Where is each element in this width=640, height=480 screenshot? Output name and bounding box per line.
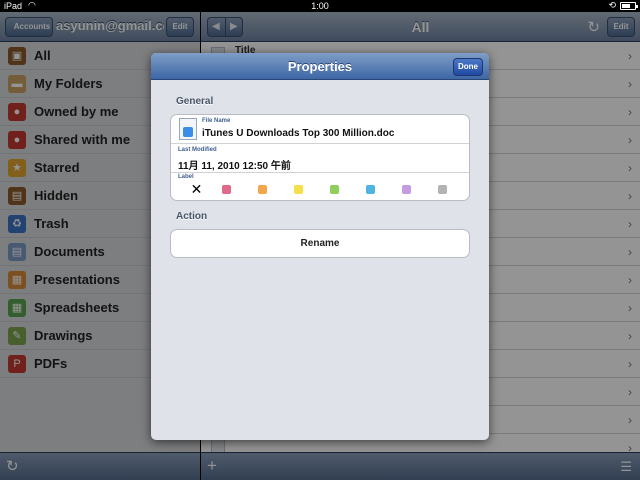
label-swatch[interactable] (438, 185, 447, 194)
rename-button[interactable]: Rename (170, 229, 470, 258)
action-section-header: Action (176, 211, 208, 222)
no-label-icon[interactable]: ✕ (189, 182, 204, 197)
file-name-cell: File Name iTunes U Downloads Top 300 Mil… (171, 115, 469, 144)
general-group: File Name iTunes U Downloads Top 300 Mil… (170, 114, 470, 201)
label-swatch[interactable] (258, 185, 267, 194)
done-button[interactable]: Done (453, 58, 483, 76)
label-swatch[interactable] (294, 185, 303, 194)
general-section-header: General (176, 96, 214, 107)
properties-dialog: Properties Done General File Name iTunes… (151, 53, 489, 440)
dialog-navbar: Properties Done (151, 53, 489, 80)
label-cell: Label ✕ (171, 173, 469, 200)
last-modified-cell: Last Modified 11月 11, 2010 12:50 午前 (171, 144, 469, 173)
last-modified-value: 11月 11, 2010 12:50 午前 (178, 161, 291, 172)
battery-icon (620, 2, 638, 10)
file-name-caption: File Name (202, 118, 231, 124)
clock: 1:00 (311, 1, 329, 11)
dialog-title: Properties (287, 59, 353, 74)
label-swatch[interactable] (402, 185, 411, 194)
rotation-lock-icon: ⟲ (608, 0, 616, 10)
status-bar: iPad ◠ 1:00 ⟲ (0, 0, 640, 12)
word-document-icon (179, 118, 197, 140)
last-modified-caption: Last Modified (178, 147, 217, 153)
file-name-value: iTunes U Downloads Top 300 Million.doc (202, 128, 395, 139)
label-caption: Label (178, 174, 194, 180)
label-swatch[interactable] (330, 185, 339, 194)
label-swatch[interactable] (366, 185, 375, 194)
label-swatch[interactable] (222, 185, 231, 194)
